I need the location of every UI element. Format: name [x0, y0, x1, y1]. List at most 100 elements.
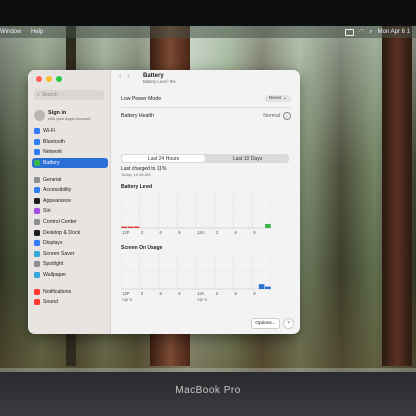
- low-power-row: Low Power Mode Never ⌄: [121, 95, 291, 102]
- sidebar-item-displays[interactable]: Displays: [32, 238, 108, 249]
- x-tick-label: 3: [216, 291, 219, 296]
- sidebar-item-network[interactable]: Network: [32, 147, 108, 158]
- battery-status-icon[interactable]: [345, 28, 355, 36]
- tab-last-10-days[interactable]: Last 10 Days: [206, 154, 289, 163]
- battery-health-row: Battery Health Normal i: [121, 112, 291, 120]
- sidebar-item-label: Bluetooth: [43, 138, 65, 145]
- time-range-segmented-control: Last 24 Hours Last 10 Days: [121, 154, 289, 163]
- battery-level-chart-title: Battery Level: [121, 184, 153, 190]
- sidebar-item-control-center[interactable]: Control Center: [32, 217, 108, 228]
- speaker-icon: [34, 299, 40, 306]
- sidebar-item-label: Desktop & Dock: [43, 229, 81, 236]
- close-button[interactable]: [36, 76, 42, 82]
- battery-health-label: Battery Health: [121, 113, 154, 119]
- chart-bar: [258, 284, 265, 289]
- sidebar-item-label: Screen Saver: [43, 250, 75, 257]
- chart-bar: [127, 226, 134, 228]
- sidebar-item-general[interactable]: General: [32, 174, 108, 185]
- pane-toolbar: ‹ › Battery Battery Level: 9%: [111, 70, 300, 90]
- sidebar-item-label: Sound: [43, 299, 59, 306]
- sidebar-item-screen-saver[interactable]: Screen Saver: [32, 249, 108, 260]
- last-charged-time: Today, 10:46 AM: [121, 172, 151, 177]
- sidebar-item-label: Accessibility: [43, 187, 72, 194]
- screensaver-icon: [34, 250, 40, 257]
- gear-icon: [34, 176, 40, 183]
- sidebar-item-label: Wi-Fi: [43, 128, 56, 135]
- date-label: Apr 5: [122, 297, 133, 302]
- wifi-icon: [34, 128, 40, 135]
- options-button[interactable]: Options...: [251, 318, 280, 329]
- sidebar: ⌕ Search Sign in with your Apple Account…: [28, 70, 111, 334]
- sidebar-item-battery[interactable]: Battery: [32, 157, 108, 169]
- sidebar-item-wallpaper[interactable]: Wallpaper: [32, 270, 108, 281]
- laptop-top-bezel: [0, 0, 416, 26]
- accessibility-icon: [34, 187, 40, 194]
- divider: [121, 107, 291, 108]
- info-icon[interactable]: i: [283, 112, 291, 120]
- battery-pane: ‹ › Battery Battery Level: 9% Low Power …: [111, 70, 300, 334]
- sidebar-item-accessibility[interactable]: Accessibility: [32, 185, 108, 196]
- date-label: Apr 6: [197, 297, 208, 302]
- sidebar-item-label: Wallpaper: [43, 272, 67, 279]
- apple-account-signin[interactable]: Sign in with your Apple Account: [34, 106, 106, 124]
- x-tick-label: 12A: [197, 291, 205, 296]
- desktop-icon: [34, 229, 40, 236]
- sidebar-item-notifications[interactable]: Notifications: [32, 286, 108, 297]
- zoom-button[interactable]: [56, 76, 62, 82]
- globe-icon: [34, 149, 40, 156]
- battery-level-subtitle: Battery Level: 9%: [143, 79, 176, 84]
- sidebar-item-desktop-dock[interactable]: Desktop & Dock: [32, 227, 108, 238]
- brand-label: MacBook Pro: [175, 385, 241, 396]
- siri-icon: [34, 208, 40, 215]
- x-tick-label: 3: [216, 230, 219, 235]
- display-icon: [34, 240, 40, 247]
- menu-window[interactable]: Window: [0, 29, 21, 35]
- sidebar-item-siri[interactable]: Siri: [32, 206, 108, 217]
- x-tick-label: 9: [178, 291, 181, 296]
- sidebar-item-label: Siri: [43, 208, 51, 215]
- x-tick-label: 9: [178, 230, 181, 235]
- menu-clock[interactable]: Mon Apr 6 1: [378, 26, 410, 38]
- battery-level-chart: 100%50%0%12P36912A369: [121, 192, 271, 235]
- x-tick-label: 3: [141, 291, 144, 296]
- search-status-icon[interactable]: ⌕: [369, 26, 372, 38]
- low-power-dropdown[interactable]: Never ⌄: [264, 95, 291, 102]
- x-tick-label: 6: [235, 230, 238, 235]
- battery-icon: [34, 160, 40, 167]
- sidebar-item-label: General: [43, 176, 62, 183]
- sidebar-item-wi-fi[interactable]: Wi-Fi: [32, 126, 108, 137]
- sidebar-item-spotlight[interactable]: Spotlight: [32, 259, 108, 270]
- x-tick-label: 12P: [122, 291, 130, 296]
- x-tick-label: 6: [160, 291, 163, 296]
- sidebar-item-label: Spotlight: [43, 261, 64, 268]
- sidebar-item-bluetooth[interactable]: Bluetooth: [32, 137, 108, 148]
- minimize-button[interactable]: [46, 76, 52, 82]
- help-button[interactable]: ?: [283, 318, 294, 329]
- search-input[interactable]: ⌕ Search: [34, 90, 104, 100]
- low-power-label: Low Power Mode: [121, 95, 162, 102]
- screen: Window Help ◠ ⌕ Mon Apr 6 1 ⌕ Search Sig…: [0, 26, 416, 376]
- wifi-status-icon[interactable]: ◠: [359, 26, 364, 38]
- menu-help[interactable]: Help: [31, 29, 43, 35]
- sidebar-item-label: Notifications: [43, 288, 72, 295]
- search-placeholder: Search: [41, 92, 58, 98]
- back-chevron-icon[interactable]: ‹: [119, 73, 121, 80]
- forward-chevron-icon[interactable]: ›: [127, 73, 129, 80]
- search-icon: ⌕: [37, 92, 40, 98]
- sidebar-item-sound[interactable]: Sound: [32, 297, 108, 308]
- sidebar-item-label: Appearance: [43, 197, 71, 204]
- sidebar-item-label: Battery: [43, 160, 60, 167]
- sidebar-item-label: Network: [43, 149, 63, 156]
- x-tick-label: 9: [253, 230, 256, 235]
- sidebar-item-appearance[interactable]: Appearance: [32, 196, 108, 207]
- tab-last-24-hours[interactable]: Last 24 Hours: [122, 155, 205, 162]
- signin-subtitle: with your Apple Account: [48, 115, 91, 121]
- x-tick-label: 6: [235, 291, 238, 296]
- control-center-icon: [34, 219, 40, 226]
- wallpaper-icon: [34, 272, 40, 279]
- bluetooth-icon: [34, 138, 40, 145]
- chart-bar: [265, 286, 271, 289]
- menu-bar: Window Help ◠ ⌕ Mon Apr 6 1: [0, 26, 416, 38]
- bell-icon: [34, 288, 40, 295]
- system-settings-window: ⌕ Search Sign in with your Apple Account…: [28, 70, 300, 334]
